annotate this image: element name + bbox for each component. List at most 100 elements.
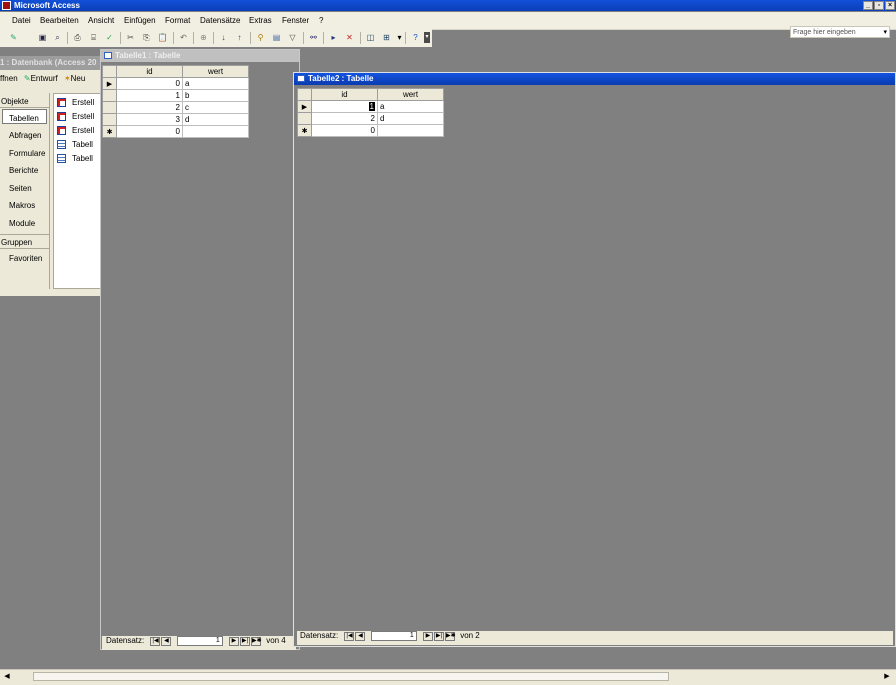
last-record-button[interactable]: ▶| [433, 631, 444, 641]
first-record-button[interactable]: |◀ [150, 636, 161, 646]
apply-filter-icon[interactable]: ▽ [287, 32, 298, 43]
object-seiten[interactable]: Seiten [9, 184, 32, 193]
table-row[interactable]: ▶ 1 a [297, 100, 444, 113]
new-object-icon[interactable]: ⊞ [381, 32, 392, 43]
cell-wert[interactable]: c [182, 101, 249, 114]
new-record-button[interactable]: ▶✱ [444, 631, 456, 641]
cell-wert[interactable]: d [182, 113, 249, 126]
object-tabellen[interactable]: Tabellen [9, 114, 39, 123]
cell-wert[interactable]: a [182, 77, 249, 90]
menu-extras[interactable]: Extras [249, 16, 272, 25]
cell-wert[interactable] [377, 124, 444, 137]
cell-id[interactable]: 0 [116, 77, 183, 90]
menu-help[interactable]: ? [319, 16, 323, 25]
cell-wert[interactable]: a [377, 100, 444, 113]
table-row[interactable]: 2 c [102, 101, 249, 114]
sort-ascending-icon[interactable]: ↓ [218, 32, 229, 43]
cell-wert[interactable] [182, 125, 249, 138]
paste-icon[interactable]: 📋 [157, 32, 168, 43]
current-record-input[interactable]: 1 [370, 631, 417, 641]
open-button[interactable]: ffnen [0, 74, 18, 83]
group-favoriten[interactable]: Favoriten [9, 254, 42, 263]
list-item[interactable]: Erstell [57, 98, 94, 108]
chevron-down-icon[interactable]: ▾ [394, 32, 405, 43]
cell-id-selected[interactable]: 1 [311, 100, 378, 113]
row-selector[interactable]: ✱ [297, 124, 312, 137]
row-selector[interactable]: ✱ [102, 125, 117, 138]
find-icon[interactable]: ⚯ [308, 32, 319, 43]
filter-by-form-icon[interactable]: ▤ [271, 32, 282, 43]
table-row[interactable]: ▶ 0 a [102, 77, 249, 90]
new-record-row[interactable]: ✱ 0 [102, 125, 249, 138]
cell-id[interactable]: 3 [116, 113, 183, 126]
database-window[interactable]: 1 : Datenbank (Access 20 ffnen ✎Entwurf … [0, 56, 102, 296]
objects-header[interactable]: Objekte [1, 97, 29, 106]
column-header-id[interactable]: id [311, 88, 378, 101]
list-item[interactable]: Erstell [57, 112, 94, 122]
menu-format[interactable]: Format [165, 16, 190, 25]
scroll-right-icon[interactable]: ▶ [882, 672, 892, 682]
tabelle2-title-bar[interactable]: Tabelle2 : Tabelle [294, 73, 895, 85]
next-record-button[interactable]: ▶ [228, 636, 239, 646]
groups-header[interactable]: Gruppen [1, 238, 32, 247]
row-selector[interactable]: ▶ [297, 100, 312, 113]
cell-wert[interactable]: d [377, 112, 444, 125]
column-header-wert[interactable]: wert [377, 88, 444, 101]
object-formulare[interactable]: Formulare [9, 149, 45, 158]
spelling-icon[interactable]: ✓ [104, 32, 115, 43]
new-record-row[interactable]: ✱ 0 [297, 124, 444, 137]
last-record-button[interactable]: ▶| [239, 636, 250, 646]
object-abfragen[interactable]: Abfragen [9, 131, 41, 140]
menu-datensaetze[interactable]: Datensätze [200, 16, 240, 25]
row-selector[interactable]: ▶ [102, 77, 117, 90]
cell-id[interactable]: 2 [116, 101, 183, 114]
tabelle1-datasheet[interactable]: id wert ▶ 0 a 1 b 2 c 3 d ✱ 0 [102, 65, 249, 138]
new-record-icon[interactable]: ▸ [328, 32, 339, 43]
cell-id[interactable]: 0 [116, 125, 183, 138]
print-preview-icon[interactable]: ⌸ [88, 32, 99, 43]
table-row[interactable]: 2 d [297, 112, 444, 125]
column-header-id[interactable]: id [116, 65, 183, 78]
row-selector[interactable] [297, 112, 312, 125]
database-window-icon[interactable]: ◫ [365, 32, 376, 43]
minimize-button[interactable]: _ [863, 1, 873, 10]
column-header-wert[interactable]: wert [182, 65, 249, 78]
select-all-corner[interactable] [297, 88, 312, 101]
new-button[interactable]: Neu [71, 74, 86, 83]
new-record-button[interactable]: ▶✱ [250, 636, 262, 646]
tabelle2-datasheet[interactable]: id wert ▶ 1 a 2 d ✱ 0 [297, 88, 444, 137]
access-app-icon[interactable] [2, 1, 11, 10]
cut-icon[interactable]: ✂ [125, 32, 136, 43]
toolbar-options-icon[interactable]: ▾ [424, 32, 430, 43]
previous-record-button[interactable]: ◀ [161, 636, 172, 646]
previous-record-button[interactable]: ◀ [355, 631, 366, 641]
design-button[interactable]: Entwurf [31, 74, 58, 83]
cell-id[interactable]: 1 [116, 89, 183, 102]
tabelle1-window[interactable]: Tabelle1 : Tabelle id wert ▶ 0 a 1 b 2 c… [100, 49, 300, 650]
menu-fenster[interactable]: Fenster [282, 16, 309, 25]
delete-record-icon[interactable]: ✕ [344, 32, 355, 43]
restore-button[interactable]: ▫ [874, 1, 884, 10]
menu-bearbeiten[interactable]: Bearbeiten [40, 16, 79, 25]
help-question-input[interactable]: Frage hier eingeben ▾ [790, 26, 890, 38]
select-all-corner[interactable] [102, 65, 117, 78]
table-row[interactable]: 3 d [102, 113, 249, 126]
close-button[interactable]: × [885, 1, 895, 10]
list-item[interactable]: Tabell [57, 140, 93, 150]
filter-by-selection-icon[interactable]: ⚲ [255, 32, 266, 43]
row-selector[interactable] [102, 101, 117, 114]
row-selector[interactable] [102, 113, 117, 126]
list-item[interactable]: Tabell [57, 154, 93, 164]
scroll-left-icon[interactable]: ◀ [2, 672, 12, 682]
table-row[interactable]: 1 b [102, 89, 249, 102]
tabelle1-title-bar[interactable]: Tabelle1 : Tabelle [101, 50, 299, 62]
current-record-input[interactable]: 1 [176, 636, 223, 646]
list-item[interactable]: Erstell [57, 126, 94, 136]
object-makros[interactable]: Makros [9, 201, 35, 210]
menu-ansicht[interactable]: Ansicht [88, 16, 114, 25]
scrollbar-thumb[interactable] [33, 672, 669, 681]
cell-wert[interactable]: b [182, 89, 249, 102]
search-icon[interactable]: ⌕ [52, 32, 63, 43]
hyperlink-icon[interactable]: ⊕ [198, 32, 209, 43]
undo-icon[interactable]: ↶ [178, 32, 189, 43]
